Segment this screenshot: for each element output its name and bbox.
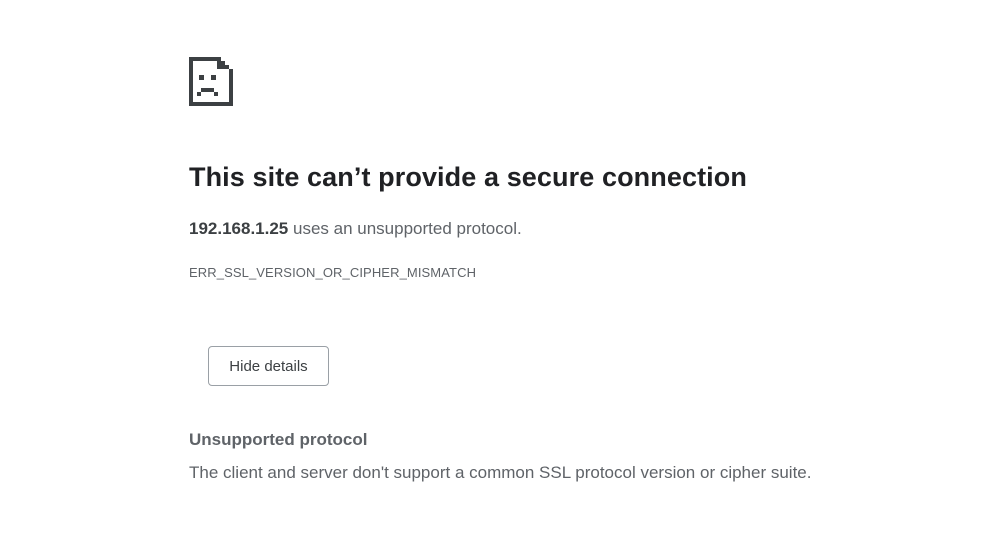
host-address: 192.168.1.25 (189, 219, 289, 238)
sad-document-icon (189, 55, 233, 106)
error-summary: 192.168.1.25 uses an unsupported protoco… (189, 219, 522, 239)
error-summary-message: uses an unsupported protocol. (288, 219, 522, 238)
page-title: This site can’t provide a secure connect… (189, 162, 747, 192)
details-title: Unsupported protocol (189, 430, 368, 449)
hide-details-button[interactable]: Hide details (208, 346, 329, 386)
error-code: ERR_SSL_VERSION_OR_CIPHER_MISMATCH (189, 265, 477, 280)
details-description: The client and server don't support a co… (189, 463, 812, 482)
